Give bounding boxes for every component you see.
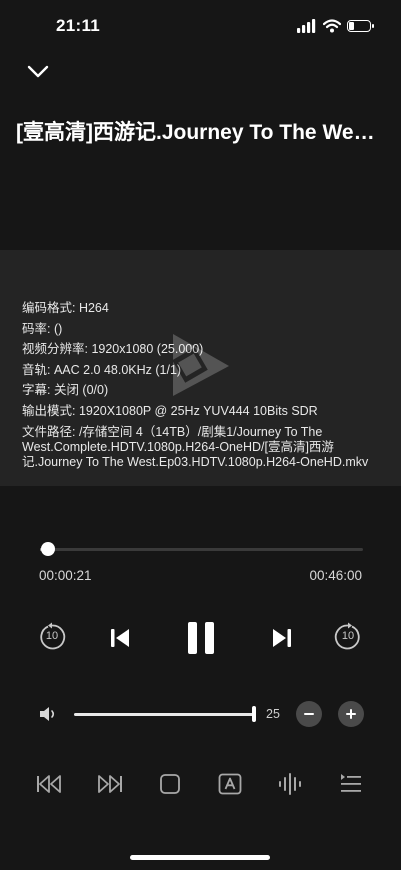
- skip-next-icon: [273, 629, 291, 647]
- film-play-icon: [165, 330, 235, 400]
- pause-icon: [188, 622, 214, 654]
- output-mode-info: 输出模式: 1920X1080P @ 25Hz YUV444 10Bits SD…: [22, 403, 318, 418]
- fast-rewind-icon: [37, 775, 61, 793]
- codec-info: 编码格式: H264: [22, 301, 109, 315]
- battery-level: [349, 22, 354, 30]
- subtitle-button[interactable]: [216, 770, 244, 798]
- volume-down-button[interactable]: [296, 701, 322, 727]
- volume-up-button[interactable]: [338, 701, 364, 727]
- audio-track-button[interactable]: [277, 770, 305, 798]
- skip-back-button[interactable]: 10: [37, 622, 67, 652]
- volume-track[interactable]: [74, 713, 256, 716]
- fast-rewind-button[interactable]: [35, 770, 63, 798]
- playlist-icon: [341, 774, 361, 792]
- stop-button[interactable]: [156, 770, 184, 798]
- battery-icon: [347, 20, 374, 32]
- stop-icon: [160, 774, 180, 794]
- minus-icon: [304, 713, 314, 715]
- progress-knob[interactable]: [41, 542, 55, 556]
- file-path-line-2: West.Complete.HDTV.1080p.H264-OneHD/[壹高清…: [22, 440, 334, 454]
- audio-track-icon: [279, 773, 301, 795]
- fast-forward-icon: [98, 775, 122, 793]
- skip-previous-icon: [111, 629, 129, 647]
- file-path-line-3: 记.Journey To The West.Ep03.HDTV.1080p.H2…: [22, 455, 369, 469]
- pause-button[interactable]: [184, 620, 218, 656]
- elapsed-time: 00:00:21: [39, 568, 92, 583]
- fast-forward-button[interactable]: [96, 770, 124, 798]
- progress-track[interactable]: [40, 548, 363, 551]
- subtitle-icon: [218, 773, 242, 795]
- volume-icon[interactable]: [38, 704, 60, 724]
- chevron-down-icon: [27, 65, 49, 78]
- file-path-line-1: 文件路径: /存储空间 4（14TB）/剧集1/Journey To The: [22, 425, 323, 439]
- status-icons: [297, 16, 374, 36]
- next-button[interactable]: [268, 624, 296, 652]
- collapse-button[interactable]: [26, 60, 50, 84]
- playlist-button[interactable]: [337, 770, 365, 798]
- status-time: 21:11: [56, 16, 101, 35]
- signal-icon: [297, 19, 316, 33]
- skip-forward-button[interactable]: 10: [333, 622, 363, 652]
- total-time: 00:46:00: [309, 568, 362, 583]
- volume-thumb[interactable]: [252, 706, 256, 722]
- volume-value: 25: [266, 707, 280, 721]
- home-indicator[interactable]: [130, 855, 270, 860]
- skip-forward-label: 10: [341, 630, 355, 642]
- wifi-icon: [323, 19, 341, 33]
- media-title: [壹高清]西游记.Journey To The West.Complete.HD…: [16, 121, 386, 144]
- previous-button[interactable]: [106, 624, 134, 652]
- plus-icon: [346, 709, 356, 719]
- skip-back-label: 10: [45, 630, 59, 642]
- file-path-info: 文件路径: /存储空间 4（14TB）/剧集1/Journey To The W…: [22, 425, 384, 470]
